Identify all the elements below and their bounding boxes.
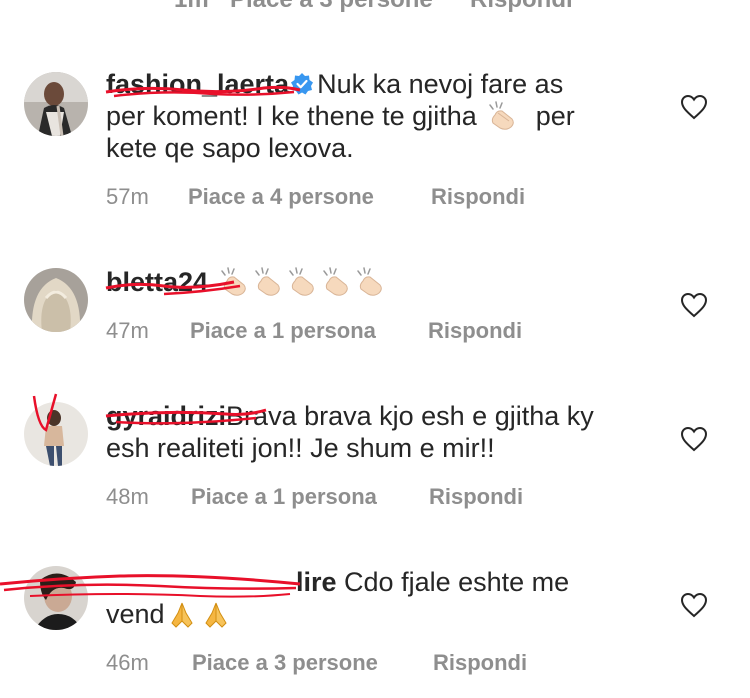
comment-text-line2: vend xyxy=(106,599,165,629)
username[interactable]: fashion_laerta xyxy=(106,69,289,99)
avatar[interactable] xyxy=(24,268,88,332)
username[interactable]: gyraidrizi xyxy=(106,401,226,431)
username[interactable]: bletta24 xyxy=(106,267,208,297)
avatar[interactable] xyxy=(24,402,88,466)
comment-text-line1: Nuk ka nevoj fare as xyxy=(317,69,564,99)
comment-body: fashion_laerta Nuk ka nevoj fare as per k… xyxy=(106,68,666,164)
comment-time: 47m xyxy=(106,318,149,343)
comment-time: 48m xyxy=(106,484,149,509)
verified-badge-icon xyxy=(291,73,314,95)
reply-button[interactable]: Rispondi xyxy=(433,650,527,676)
comment-time: 57m xyxy=(106,184,149,209)
avatar[interactable] xyxy=(24,72,88,136)
heart-icon[interactable] xyxy=(680,94,708,120)
clapping-hands-emoji xyxy=(254,267,280,296)
clapping-hands-emoji xyxy=(220,267,246,296)
comment-time: 46m xyxy=(106,650,149,675)
clap-emoji-row xyxy=(216,267,386,297)
comment-text-line2b: per xyxy=(535,101,575,131)
previous-reply[interactable]: Rispondi xyxy=(470,0,573,14)
comment-text-line2: per koment! I ke thene te gjitha xyxy=(106,101,477,131)
heart-icon[interactable] xyxy=(680,292,708,318)
comment-text-line1: Cdo fjale eshte me xyxy=(344,567,570,597)
folded-hands-emoji xyxy=(170,602,193,628)
comment-body: bletta24 xyxy=(106,266,666,298)
previous-comment-meta: 1m Piace a 3 persone Rispondi xyxy=(0,0,750,13)
clapping-hands-emoji xyxy=(489,101,515,130)
username[interactable]: lire xyxy=(296,567,337,597)
comment-body: lire Cdo fjale eshte me vend xyxy=(106,566,666,630)
previous-likes[interactable]: Piace a 3 persone xyxy=(230,0,433,14)
comment-text-line1: Brava brava kjo esh e gjitha ky xyxy=(226,401,594,431)
folded-hands-emoji xyxy=(204,602,227,628)
likes-count[interactable]: Piace a 1 persona xyxy=(190,318,376,344)
reply-button[interactable]: Rispondi xyxy=(431,184,525,210)
clapping-hands-emoji xyxy=(288,267,314,296)
comment-text-line2: esh realiteti jon!! Je shum e mir!! xyxy=(106,433,495,463)
heart-icon[interactable] xyxy=(680,426,708,452)
likes-count[interactable]: Piace a 1 persona xyxy=(191,484,377,510)
heart-icon[interactable] xyxy=(680,592,708,618)
previous-time: 1m xyxy=(174,0,209,14)
likes-count[interactable]: Piace a 3 persone xyxy=(192,650,378,676)
clapping-hands-emoji xyxy=(322,267,348,296)
comment-body: gyraidriziBrava brava kjo esh e gjitha k… xyxy=(106,400,666,464)
comment-text-line3: kete qe sapo lexova. xyxy=(106,133,354,163)
likes-count[interactable]: Piace a 4 persone xyxy=(188,184,374,210)
reply-button[interactable]: Rispondi xyxy=(429,484,523,510)
avatar[interactable] xyxy=(24,566,88,630)
reply-button[interactable]: Rispondi xyxy=(428,318,522,344)
clapping-hands-emoji xyxy=(356,267,382,296)
